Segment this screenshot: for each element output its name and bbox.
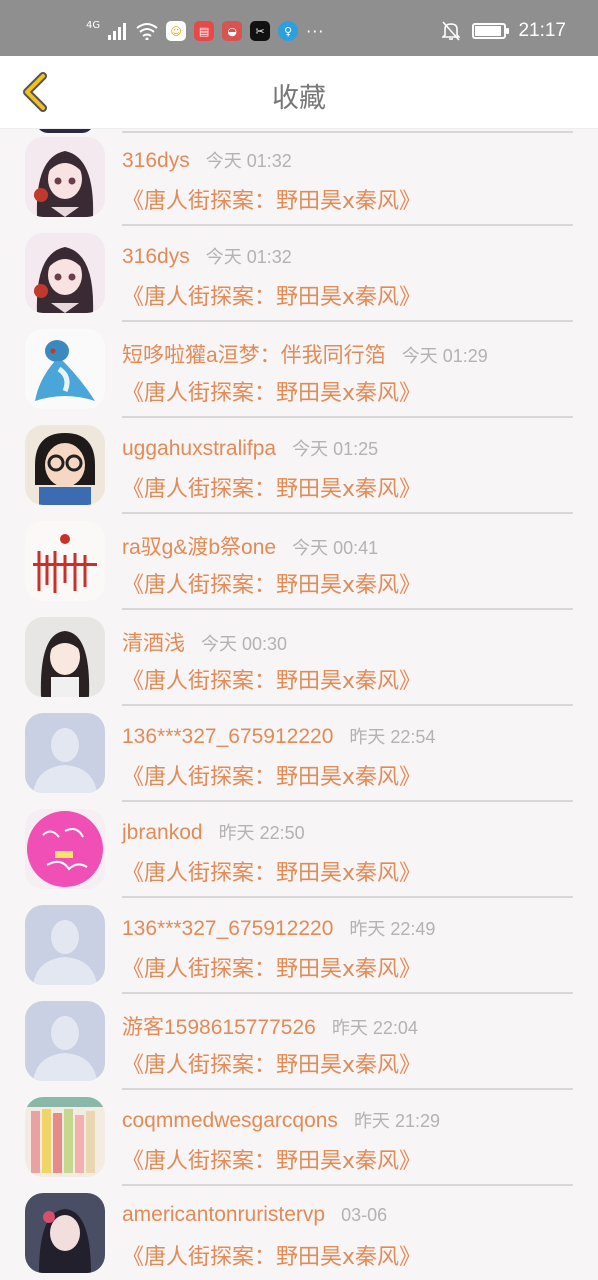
app-icon-2: ▤ (194, 21, 215, 41)
timestamp: 昨天 22:49 (349, 919, 436, 939)
more-dots-icon: ··· (306, 21, 325, 41)
mute-bell-icon (442, 21, 461, 41)
username[interactable]: 清酒浅 (122, 627, 185, 657)
app-icon-1: ☺ (166, 21, 187, 41)
divider (122, 608, 573, 610)
app-icon-lightbulb: ♀ (278, 21, 299, 41)
wifi-icon (136, 23, 158, 40)
timestamp: 昨天 22:54 (349, 727, 436, 747)
avatar[interactable] (25, 521, 105, 601)
timestamp: 今天 01:29 (401, 346, 488, 366)
list-item[interactable]: 136***327_675912220 昨天 22:49 《唐人街探案：野田昊x秦风… (0, 901, 598, 997)
list-item[interactable]: 316dys 今天 01:32 《唐人街探案：野田昊x秦风》 (0, 229, 598, 325)
list-item[interactable]: americantonruristervp 03-06 《唐人街探案：野田昊x秦风》 (0, 1189, 598, 1280)
list-item[interactable]: 清酒浅 今天 00:30 《唐人街探案：野田昊x秦风》 (0, 613, 598, 709)
app-icon-capcut: ✂ (250, 21, 271, 41)
avatar[interactable] (25, 713, 105, 793)
avatar[interactable] (25, 1001, 105, 1081)
favorite-title[interactable]: 《唐人街探案：野田昊x秦风》 (122, 471, 421, 503)
avatar[interactable] (25, 425, 105, 505)
username[interactable]: 游客1598615777526 (122, 1011, 316, 1041)
username[interactable]: coqmmedwesgarcqons (122, 1109, 338, 1133)
list-item[interactable]: uggahuxstralifpa 今天 01:25 《唐人街探案：野田昊x秦风》 (0, 421, 598, 517)
avatar[interactable] (25, 1193, 105, 1273)
favorite-title[interactable]: 《唐人街探案：野田昊x秦风》 (122, 279, 421, 311)
username[interactable]: 136***327_675912220 (122, 725, 333, 749)
favorite-title[interactable]: 《唐人街探案：野田昊x秦风》 (122, 759, 421, 791)
avatar[interactable] (25, 905, 105, 985)
avatar[interactable] (25, 137, 105, 217)
timestamp: 昨天 22:04 (331, 1018, 418, 1038)
username[interactable]: jbrankod (122, 821, 203, 845)
status-time: 21:17 (518, 20, 566, 41)
signal-icon (108, 23, 127, 40)
page-title: 收藏 (272, 83, 326, 114)
divider (122, 512, 573, 514)
list-item[interactable]: jbrankod 昨天 22:50 《唐人街探案：野田昊x秦风》 (0, 805, 598, 901)
username[interactable]: 316dys (122, 245, 190, 269)
timestamp: 今天 00:30 (201, 634, 288, 654)
timestamp: 今天 01:25 (292, 439, 379, 459)
favorite-title[interactable]: 《唐人街探案：野田昊x秦风》 (122, 951, 421, 983)
username[interactable]: ra驭g&渡b祭one (122, 531, 276, 561)
battery-icon (472, 23, 510, 39)
divider (122, 1184, 573, 1186)
avatar[interactable] (25, 617, 105, 697)
divider (122, 800, 573, 802)
username[interactable]: uggahuxstralifpa (122, 437, 276, 461)
divider (122, 320, 573, 322)
username[interactable]: 短哆啦獾a洹梦：伴我同行箔 (122, 339, 386, 369)
avatar[interactable] (25, 809, 105, 889)
timestamp: 昨天 22:50 (218, 823, 305, 843)
username[interactable]: 136***327_675912220 (122, 917, 333, 941)
favorite-title[interactable]: 《唐人街探案：野田昊x秦风》 (122, 183, 421, 215)
avatar[interactable] (25, 1097, 105, 1177)
list-item[interactable]: 短哆啦獾a洹梦：伴我同行箔 今天 01:29 《唐人街探案：野田昊x秦风》 (0, 325, 598, 421)
favorite-title[interactable]: 《唐人街探案：野田昊x秦风》 (122, 663, 421, 695)
favorites-list: 316dys 今天 01:32 《唐人街探案：野田昊x秦风》 316dys 今天 01:… (0, 129, 598, 1280)
divider (122, 896, 573, 898)
favorite-title[interactable]: 《唐人街探案：野田昊x秦风》 (122, 567, 421, 599)
list-item[interactable]: 136***327_675912220 昨天 22:54 《唐人街探案：野田昊x秦风… (0, 709, 598, 805)
username[interactable]: americantonruristervp (122, 1203, 325, 1227)
divider (122, 704, 573, 706)
avatar[interactable] (25, 233, 105, 313)
favorite-title[interactable]: 《唐人街探案：野田昊x秦风》 (122, 1239, 421, 1271)
app-icon-3: ◒ (222, 21, 243, 41)
favorite-title[interactable]: 《唐人街探案：野田昊x秦风》 (122, 1047, 421, 1079)
timestamp: 今天 01:32 (205, 247, 292, 267)
header: 收藏 (0, 56, 598, 129)
divider (122, 1088, 573, 1090)
list-item[interactable]: 316dys 今天 01:32 《唐人街探案：野田昊x秦风》 (0, 133, 598, 229)
avatar[interactable] (25, 329, 105, 409)
favorite-title[interactable]: 《唐人街探案：野田昊x秦风》 (122, 375, 421, 407)
timestamp: 今天 00:41 (292, 538, 379, 558)
divider (122, 224, 573, 226)
list-item[interactable]: 游客1598615777526 昨天 22:04 《唐人街探案：野田昊x秦风》 (0, 997, 598, 1093)
status-bar: 4G ☺ ▤ ◒ ✂ ♀ ··· 21:17 (0, 0, 598, 56)
divider (122, 416, 573, 418)
timestamp: 今天 01:32 (205, 151, 292, 171)
network-type: 4G (86, 19, 101, 31)
favorite-title[interactable]: 《唐人街探案：野田昊x秦风》 (122, 855, 421, 887)
username[interactable]: 316dys (122, 149, 190, 173)
list-item[interactable]: ra驭g&渡b祭one 今天 00:41 《唐人街探案：野田昊x秦风》 (0, 517, 598, 613)
timestamp: 03-06 (341, 1205, 388, 1225)
favorite-title[interactable]: 《唐人街探案：野田昊x秦风》 (122, 1143, 421, 1175)
timestamp: 昨天 21:29 (353, 1111, 440, 1131)
divider (122, 992, 573, 994)
list-item[interactable]: coqmmedwesgarcqons 昨天 21:29 《唐人街探案：野田昊x秦风》 (0, 1093, 598, 1189)
